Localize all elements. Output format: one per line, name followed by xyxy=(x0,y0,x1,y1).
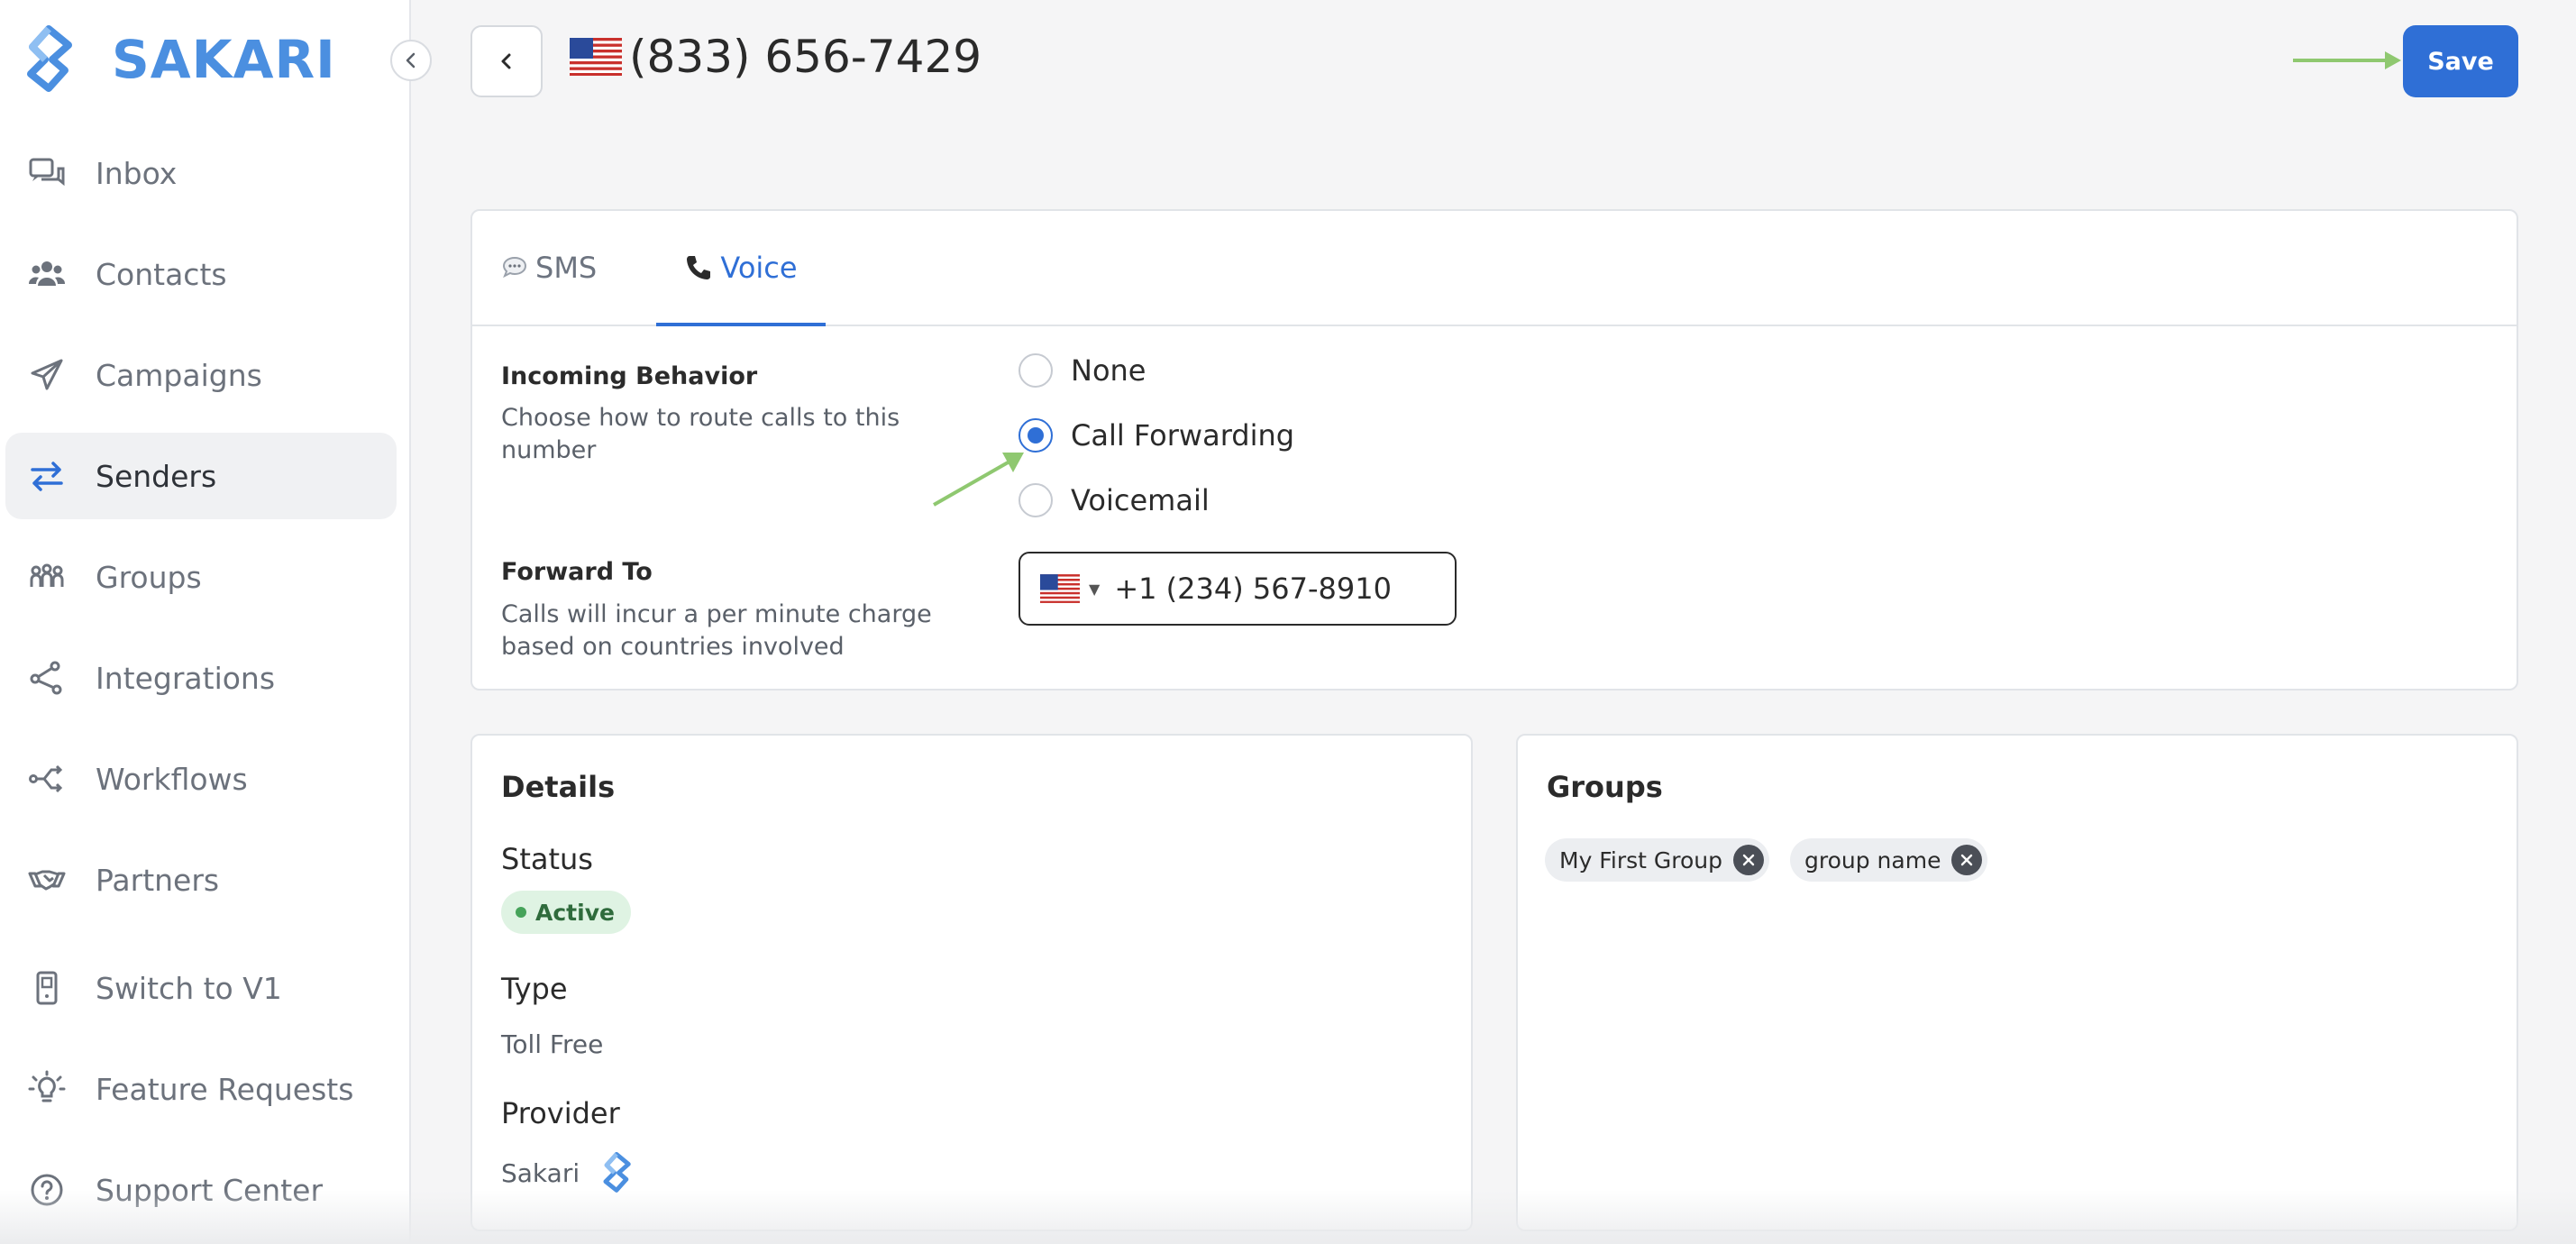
inbox-icon xyxy=(25,151,69,195)
status-dot xyxy=(516,907,526,918)
sender-settings-card: SMS Voice Incoming Behavior Choose how t… xyxy=(470,209,2518,691)
group-chip-label: My First Group xyxy=(1559,846,1722,874)
sidebar-item-label: Contacts xyxy=(96,256,227,292)
sidebar-item-label: Campaigns xyxy=(96,357,262,393)
chevron-down-icon[interactable]: ▼ xyxy=(1089,581,1100,598)
tab-voice-label: Voice xyxy=(720,251,798,285)
radio-label: Call Forwarding xyxy=(1071,418,1295,453)
remove-group-button[interactable] xyxy=(1732,845,1764,875)
sidebar-item-label: Workflows xyxy=(96,761,248,797)
sidebar-item-groups[interactable]: Groups xyxy=(5,534,397,620)
workflow-icon xyxy=(25,757,69,800)
sidebar-item-support-center[interactable]: Support Center xyxy=(5,1147,397,1233)
sakari-logo-icon xyxy=(603,1152,631,1193)
contacts-icon xyxy=(25,252,69,296)
sidebar: SAKARI Inbox Contacts Campaigns Senders … xyxy=(0,0,411,1244)
sidebar-item-label: Inbox xyxy=(96,155,178,191)
page-header: (833) 656-7429 xyxy=(570,31,982,83)
page-title: (833) 656-7429 xyxy=(629,31,982,83)
share-nodes-icon xyxy=(25,656,69,700)
groups-icon xyxy=(25,555,69,599)
close-icon xyxy=(1742,854,1755,866)
arrows-swap-icon xyxy=(25,454,69,498)
sidebar-item-contacts[interactable]: Contacts xyxy=(5,231,397,317)
status-badge: Active xyxy=(501,891,631,934)
sakari-logo-icon xyxy=(27,25,72,92)
us-flag-icon xyxy=(570,38,622,76)
sidebar-item-label: Support Center xyxy=(96,1172,324,1208)
speech-bubble-icon xyxy=(502,256,527,279)
forward-to-field[interactable]: ▼ xyxy=(1019,552,1457,626)
save-button[interactable]: Save xyxy=(2403,25,2518,97)
forward-to-desc: Calls will incur a per minute charge bas… xyxy=(501,600,932,661)
forward-to-input[interactable] xyxy=(1112,571,1414,607)
paper-plane-icon xyxy=(25,353,69,397)
type-label: Type xyxy=(501,972,568,1006)
chevron-left-icon xyxy=(501,53,511,69)
group-chip-label: group name xyxy=(1804,846,1941,874)
incoming-behavior-title: Incoming Behavior xyxy=(501,362,758,390)
radio-option-call-forwarding[interactable]: Call Forwarding xyxy=(1019,418,1294,453)
collapse-sidebar-button[interactable] xyxy=(390,40,432,81)
radio-option-none[interactable]: None xyxy=(1019,353,1146,388)
status-badge-label: Active xyxy=(535,899,615,926)
provider-value-row: Sakari xyxy=(501,1152,632,1194)
tab-sms[interactable]: SMS xyxy=(501,211,597,325)
radio-label: None xyxy=(1071,353,1146,388)
sidebar-item-label: Partners xyxy=(96,862,220,898)
group-chip[interactable]: My First Group xyxy=(1545,838,1769,882)
handshake-icon xyxy=(25,858,69,901)
sidebar-item-inbox[interactable]: Inbox xyxy=(5,130,397,216)
radio-none[interactable] xyxy=(1019,353,1053,388)
type-value: Toll Free xyxy=(501,1029,604,1059)
details-title: Details xyxy=(501,770,616,804)
groups-card: Groups xyxy=(1516,734,2518,1231)
group-chip[interactable]: group name xyxy=(1790,838,1988,882)
sidebar-item-workflows[interactable]: Workflows xyxy=(5,736,397,822)
status-label: Status xyxy=(501,842,593,876)
tab-sms-label: SMS xyxy=(535,251,598,285)
sidebar-item-label: Switch to V1 xyxy=(96,970,282,1006)
remove-group-button[interactable] xyxy=(1951,845,1983,875)
app-name: SAKARI xyxy=(112,29,336,90)
tab-voice[interactable]: Voice xyxy=(656,211,826,326)
provider-label: Provider xyxy=(501,1096,620,1130)
help-circle-icon xyxy=(25,1168,69,1212)
annotation-arrow-icon xyxy=(933,453,1024,507)
sidebar-item-switch-v1[interactable]: Switch to V1 xyxy=(5,945,397,1031)
sidebar-item-label: Integrations xyxy=(96,660,276,696)
provider-value: Sakari xyxy=(501,1157,580,1188)
details-card: Details Status Type Toll Free Provider S… xyxy=(470,734,1473,1231)
groups-title: Groups xyxy=(1547,770,1663,804)
active-tab-indicator xyxy=(656,323,826,326)
settings-tabs: SMS Voice xyxy=(472,211,2517,326)
telephone-icon xyxy=(687,256,711,279)
annotation-arrow-icon xyxy=(2293,51,2401,69)
back-button[interactable] xyxy=(470,25,543,97)
close-icon xyxy=(1961,854,1973,866)
sidebar-item-partners[interactable]: Partners xyxy=(5,837,397,923)
phone-device-icon xyxy=(25,966,69,1010)
forward-to-title: Forward To xyxy=(501,558,653,586)
sidebar-item-integrations[interactable]: Integrations xyxy=(5,635,397,721)
chevron-left-icon xyxy=(406,52,416,69)
sidebar-item-label: Groups xyxy=(96,559,202,595)
radio-label: Voicemail xyxy=(1071,483,1210,517)
sidebar-item-feature-requests[interactable]: Feature Requests xyxy=(5,1046,397,1132)
sidebar-item-campaigns[interactable]: Campaigns xyxy=(5,332,397,418)
sidebar-item-senders[interactable]: Senders xyxy=(5,433,397,519)
incoming-behavior-desc: Choose how to route calls to this number xyxy=(501,404,900,464)
sidebar-item-label: Senders xyxy=(96,458,217,494)
logo[interactable]: SAKARI xyxy=(23,25,336,94)
sidebar-item-label: Feature Requests xyxy=(96,1071,354,1107)
us-flag-icon[interactable] xyxy=(1040,574,1080,603)
lightbulb-icon xyxy=(25,1067,69,1111)
radio-option-voicemail[interactable]: Voicemail xyxy=(1019,483,1210,517)
